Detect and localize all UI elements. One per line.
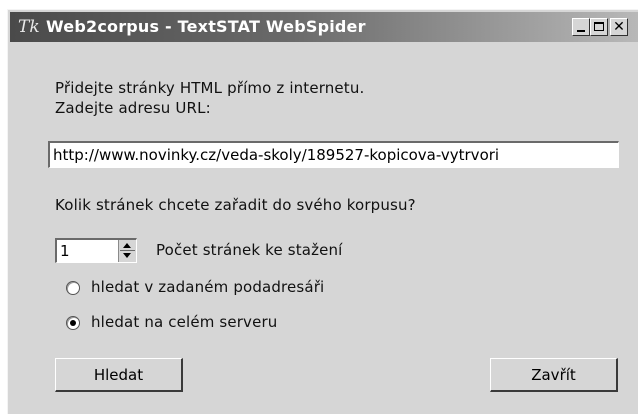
intro-text-line2: Zadejte adresu URL:	[55, 99, 211, 117]
pages-question: Kolik stránek chcete zařadit do svého ko…	[55, 196, 416, 214]
radio-search-server[interactable]	[66, 316, 80, 330]
maximize-icon	[594, 22, 604, 31]
close-icon: ✕	[613, 19, 625, 35]
close-window-button[interactable]: ✕	[610, 18, 628, 36]
intro-text-line1: Přidejte stránky HTML přímo z internetu.	[55, 79, 365, 97]
close-button[interactable]: Zavřít	[490, 358, 618, 392]
maximize-button[interactable]	[590, 18, 608, 36]
minimize-icon	[577, 30, 585, 32]
textstat-app-icon: Tk	[18, 17, 40, 37]
minimize-button[interactable]	[572, 18, 590, 36]
pages-count-spinner[interactable]: 1	[55, 238, 137, 263]
radio-search-subdirectory-label[interactable]: hledat v zadaném podadresáři	[91, 278, 324, 296]
radio-selected-dot	[70, 320, 76, 326]
search-button[interactable]: Hledat	[55, 358, 183, 392]
window-title: Web2corpus - TextSTAT WebSpider	[46, 17, 366, 36]
pages-count-label: Počet stránek ke stažení	[156, 241, 343, 259]
spin-down-icon[interactable]	[123, 253, 131, 258]
url-input[interactable]	[48, 141, 619, 168]
spin-up-icon[interactable]	[123, 243, 131, 248]
radio-search-server-label[interactable]: hledat na celém serveru	[91, 313, 277, 331]
spinner-buttons[interactable]	[118, 240, 136, 262]
spinner-divider	[120, 250, 135, 251]
dialog-window: Tk Web2corpus - TextSTAT WebSpider ✕ Při…	[7, 9, 638, 414]
title-bar[interactable]: Tk Web2corpus - TextSTAT WebSpider ✕	[10, 12, 638, 42]
pages-count-value[interactable]: 1	[60, 240, 70, 262]
radio-search-subdirectory[interactable]	[66, 281, 80, 295]
